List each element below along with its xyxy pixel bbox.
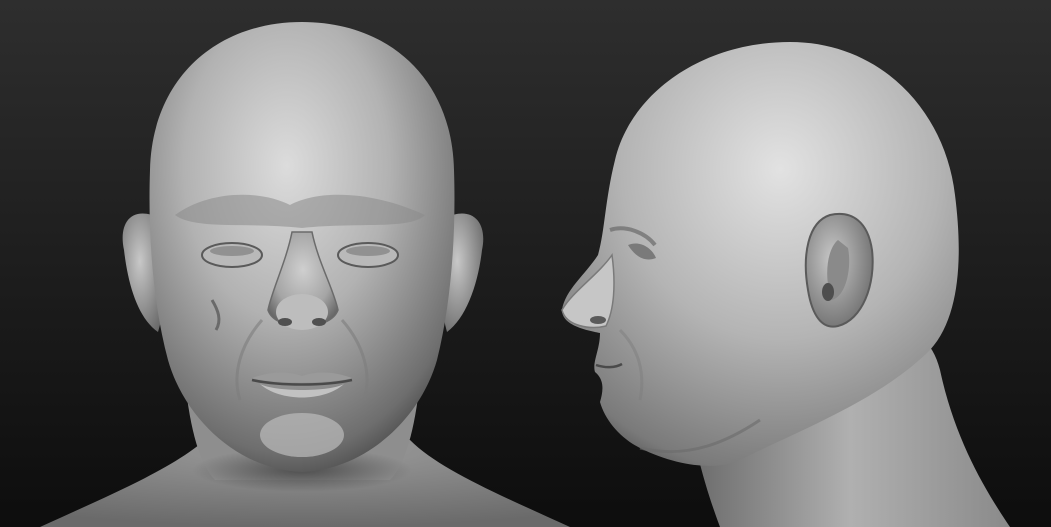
side-ear-canal (822, 283, 834, 301)
side-nostril (590, 316, 606, 324)
front-left-eyelid-shadow (210, 246, 254, 256)
front-right-nostril (312, 318, 326, 326)
front-chin (260, 413, 344, 457)
front-right-eyelid-shadow (346, 246, 390, 256)
front-left-nostril (278, 318, 292, 326)
sculpt-render-canvas (0, 0, 1051, 527)
